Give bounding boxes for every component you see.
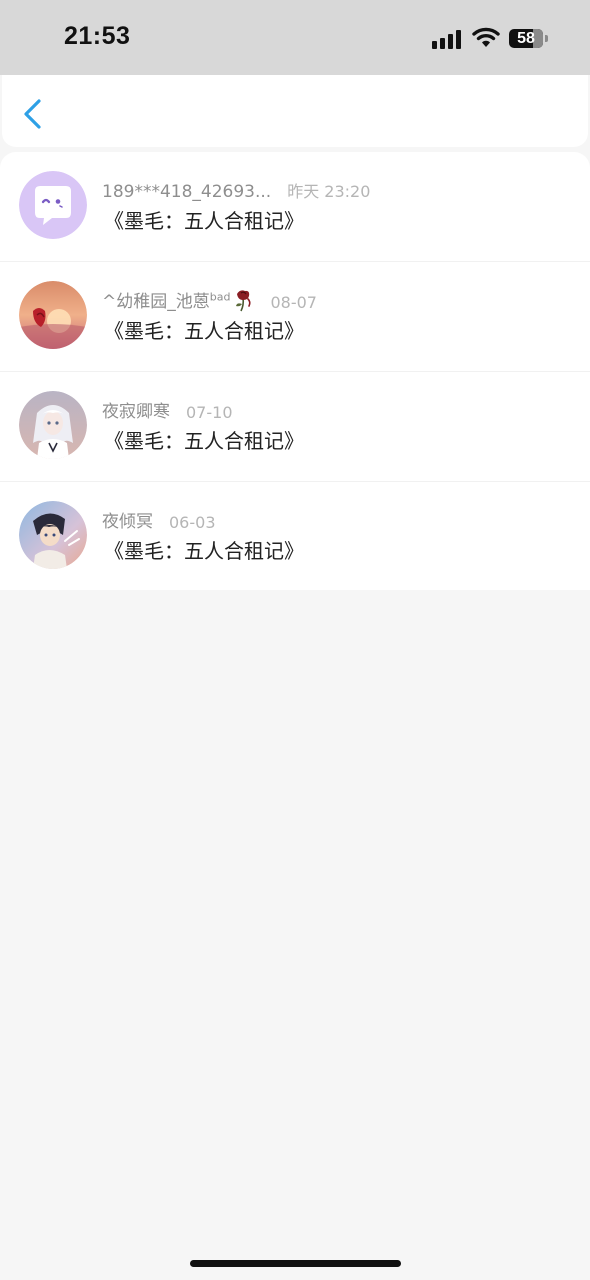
avatar[interactable] <box>19 281 87 349</box>
timestamp: 08-07 <box>270 293 317 312</box>
back-button[interactable] <box>18 97 50 131</box>
status-time: 21:53 <box>64 22 131 50</box>
user-badge-text: bad <box>209 290 231 304</box>
battery-nub <box>545 35 548 42</box>
list-item[interactable]: 夜倾冥 06-03 《墨毛：五人合租记》 <box>0 482 590 592</box>
wilted-rose-icon <box>236 290 252 312</box>
message-text: 《墨毛：五人合租记》 <box>104 209 304 233</box>
user-name[interactable]: 夜寂卿寒 <box>102 397 170 422</box>
timestamp: 昨天 23:20 <box>287 182 371 201</box>
message-text: 《墨毛：五人合租记》 <box>104 429 304 453</box>
avatar[interactable] <box>19 391 87 459</box>
status-bar: 21:53 58 <box>0 0 590 75</box>
avatar[interactable] <box>19 501 87 569</box>
list-item[interactable]: 夜寂卿寒 07-10 《墨毛：五人合租记》 <box>0 372 590 482</box>
home-indicator[interactable] <box>190 1260 401 1267</box>
timestamp: 07-10 <box>186 403 233 422</box>
timestamp: 06-03 <box>169 513 216 532</box>
cellular-signal-icon <box>432 29 462 49</box>
item-meta: 夜寂卿寒 07-10 <box>102 398 233 422</box>
chevron-left-icon <box>24 99 41 129</box>
wifi-icon <box>472 27 500 47</box>
user-name[interactable]: ^幼稚园_池蒽bad <box>102 287 230 312</box>
item-meta: ^幼稚园_池蒽bad 08-07 <box>102 288 317 312</box>
item-meta: 夜倾冥 06-03 <box>102 508 216 532</box>
list-item[interactable]: ^幼稚园_池蒽bad 08-07 《墨毛：五人合租记》 <box>0 262 590 372</box>
list-item[interactable]: 189***418_42693... 昨天 23:20 《墨毛：五人合租记》 <box>0 152 590 262</box>
message-text: 《墨毛：五人合租记》 <box>104 539 304 563</box>
message-text: 《墨毛：五人合租记》 <box>104 319 304 343</box>
battery-level: 58 <box>517 30 535 47</box>
message-list: 189***418_42693... 昨天 23:20 《墨毛：五人合租记》 ^… <box>0 152 590 590</box>
battery-icon: 58 <box>509 29 543 48</box>
nav-bar <box>2 75 588 147</box>
avatar[interactable] <box>19 171 87 239</box>
user-name[interactable]: 夜倾冥 <box>102 507 153 532</box>
user-name[interactable]: 189***418_42693... <box>102 182 271 202</box>
item-meta: 189***418_42693... 昨天 23:20 <box>102 178 370 202</box>
